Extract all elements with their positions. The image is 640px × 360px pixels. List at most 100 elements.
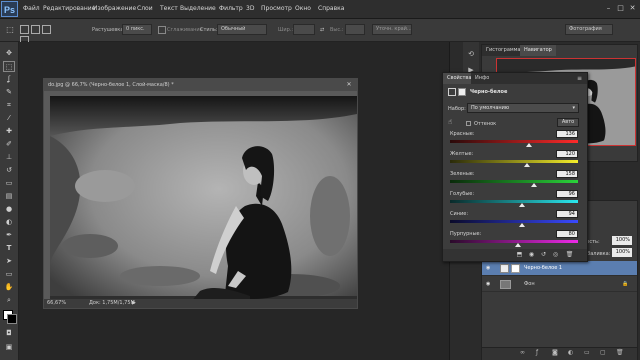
- slider-track[interactable]: [450, 160, 578, 163]
- tab-navigator[interactable]: Навигатор: [520, 45, 556, 56]
- link-layers-icon[interactable]: ∞: [520, 349, 525, 356]
- new-layer-icon[interactable]: ▢: [600, 349, 606, 356]
- slider-track[interactable]: [450, 220, 578, 223]
- pen-tool-icon[interactable]: ✒: [3, 230, 15, 241]
- crop-tool-icon[interactable]: ⌗: [3, 100, 15, 111]
- layer-row-background[interactable]: ◉ Фон 🔒: [482, 277, 637, 292]
- quick-mask-icon[interactable]: ◘: [3, 328, 15, 339]
- panel-menu-icon[interactable]: ≡: [577, 73, 582, 84]
- zoom-level[interactable]: 66,67%: [47, 299, 66, 308]
- quick-select-tool-icon[interactable]: ✎: [3, 87, 15, 98]
- eyedropper-tool-icon[interactable]: ⁄: [3, 113, 15, 124]
- slider-value-input[interactable]: 120: [556, 150, 578, 158]
- menu-window[interactable]: Окно: [295, 5, 311, 12]
- eye-icon[interactable]: ◉: [486, 277, 490, 292]
- preset-select[interactable]: По умолчанию ▾: [467, 103, 579, 113]
- style-select[interactable]: Обычный: [217, 24, 267, 35]
- menu-type[interactable]: Текст: [160, 5, 178, 12]
- menu-select[interactable]: Выделение: [180, 5, 216, 12]
- document-photo[interactable]: [50, 96, 357, 303]
- slider-value-input[interactable]: 80: [556, 230, 578, 238]
- slider-thumb[interactable]: [518, 203, 525, 207]
- move-tool-icon[interactable]: ✥: [3, 48, 15, 59]
- hand-tool-icon[interactable]: ✋: [3, 282, 15, 293]
- history-brush-tool-icon[interactable]: ↺: [3, 165, 15, 176]
- slider-value-input[interactable]: 94: [556, 210, 578, 218]
- refine-edge-button[interactable]: Уточн. край...: [372, 24, 412, 35]
- slider-track[interactable]: [450, 180, 578, 183]
- slider-thumb[interactable]: [514, 243, 521, 247]
- height-input[interactable]: [345, 24, 365, 35]
- history-icon[interactable]: ⟲: [465, 48, 477, 60]
- swap-icon[interactable]: ⇄: [320, 27, 324, 33]
- menu-layers[interactable]: Слои: [137, 5, 153, 12]
- tab-histogram[interactable]: Гистограмма: [482, 45, 525, 56]
- menu-edit[interactable]: Редактирование: [43, 5, 95, 12]
- healing-brush-tool-icon[interactable]: ✚: [3, 126, 15, 137]
- reset-icon[interactable]: ↺: [539, 250, 548, 259]
- clone-stamp-tool-icon[interactable]: ⊥: [3, 152, 15, 163]
- background-color-swatch[interactable]: [7, 314, 17, 324]
- workspace-select[interactable]: Фотография: [565, 24, 613, 35]
- close-document-icon[interactable]: ✕: [345, 79, 353, 91]
- visibility-icon[interactable]: ◎: [551, 250, 560, 259]
- adjustment-layer-icon[interactable]: ◐: [568, 349, 573, 356]
- opacity-input[interactable]: 100%: [612, 236, 632, 245]
- slider-thumb[interactable]: [518, 223, 525, 227]
- dodge-tool-icon[interactable]: ◐: [3, 217, 15, 228]
- shape-tool-icon[interactable]: ▭: [3, 269, 15, 280]
- view-previous-icon[interactable]: ◉: [527, 250, 536, 259]
- screen-mode-icon[interactable]: ▣: [3, 342, 15, 353]
- clip-to-layer-icon[interactable]: ⬒: [515, 250, 524, 259]
- menu-view[interactable]: Просмотр: [261, 5, 292, 12]
- width-input[interactable]: [293, 24, 315, 35]
- document-tab[interactable]: do.jpg @ 66,7% (Черно-белое 1, Слой-маск…: [44, 79, 357, 91]
- auto-button[interactable]: Авто: [557, 118, 579, 127]
- slider-track[interactable]: [450, 140, 578, 143]
- menu-3d[interactable]: 3D: [246, 5, 254, 12]
- slider-thumb[interactable]: [531, 183, 538, 187]
- trash-icon[interactable]: 🗑: [616, 349, 624, 356]
- slider-track[interactable]: [450, 200, 578, 203]
- slider-value-input[interactable]: 158: [556, 170, 578, 178]
- close-window-button[interactable]: ✕: [628, 4, 637, 12]
- slider-thumb[interactable]: [523, 163, 530, 167]
- add-mask-icon[interactable]: ◙: [552, 349, 558, 356]
- new-group-icon[interactable]: ▭: [584, 349, 590, 356]
- path-selection-tool-icon[interactable]: ➤: [3, 256, 15, 267]
- eye-icon[interactable]: ◉: [486, 261, 490, 276]
- brush-tool-icon[interactable]: ✐: [3, 139, 15, 150]
- tab-info[interactable]: Инфо: [471, 73, 494, 84]
- smooth-checkbox[interactable]: [158, 26, 166, 34]
- layer-thumbnail[interactable]: [500, 280, 511, 289]
- type-tool-icon[interactable]: T: [3, 243, 15, 254]
- slider-value-input[interactable]: 96: [556, 190, 578, 198]
- mask-icon[interactable]: [458, 88, 466, 96]
- gradient-tool-icon[interactable]: ▤: [3, 191, 15, 202]
- layer-row-bw[interactable]: ◉ Черно-белое 1: [482, 261, 637, 276]
- feather-input[interactable]: 0 пикс.: [122, 24, 152, 35]
- layer-mask-thumbnail[interactable]: [511, 264, 520, 273]
- menu-image[interactable]: Изображение: [93, 5, 136, 12]
- fx-icon[interactable]: ƒ: [536, 349, 538, 356]
- tint-checkbox[interactable]: [466, 121, 471, 126]
- lasso-tool-icon[interactable]: ʆ: [3, 74, 15, 85]
- slider-value-input[interactable]: 136: [556, 130, 578, 138]
- blur-tool-icon[interactable]: ●: [3, 204, 15, 215]
- status-arrow-icon[interactable]: ▶: [132, 299, 136, 308]
- marquee-tool-icon[interactable]: ⬚: [4, 24, 16, 35]
- eraser-tool-icon[interactable]: ▭: [3, 178, 15, 189]
- maximize-button[interactable]: □: [616, 4, 625, 12]
- marquee-tool-icon[interactable]: ⬚: [3, 61, 15, 72]
- zoom-tool-icon[interactable]: ⌕: [3, 295, 15, 306]
- menu-file[interactable]: Файл: [23, 5, 40, 12]
- selection-mode-icons[interactable]: [20, 25, 58, 45]
- slider-thumb[interactable]: [526, 143, 533, 147]
- trash-icon[interactable]: 🗑: [565, 250, 574, 259]
- menu-filter[interactable]: Фильтр: [219, 5, 243, 12]
- fill-input[interactable]: 100%: [612, 248, 632, 257]
- targeted-adjustment-icon[interactable]: ☝: [448, 118, 452, 126]
- menu-help[interactable]: Справка: [318, 5, 344, 12]
- minimize-button[interactable]: –: [604, 4, 613, 12]
- document-info[interactable]: Док: 1,75M/1,75M: [89, 299, 135, 308]
